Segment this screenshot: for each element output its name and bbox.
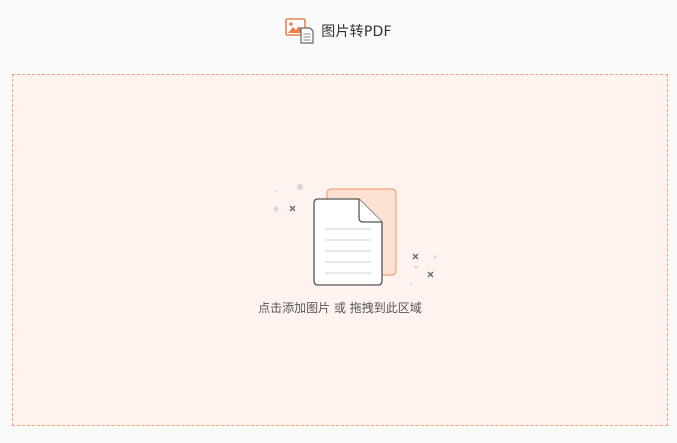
document-upload-icon [273,184,437,286]
image-to-pdf-icon [285,18,314,44]
page-title: 图片转PDF [321,24,392,40]
app-window: 图片转PDF 点击添加图片 或 拖拽到此区域 [0,0,677,443]
header: 图片转PDF [0,0,677,62]
drop-zone-hint: 点击添加图片 或 拖拽到此区域 [258,301,422,315]
image-drop-zone[interactable]: 点击添加图片 或 拖拽到此区域 [12,74,668,426]
title-group: 图片转PDF [285,18,392,44]
